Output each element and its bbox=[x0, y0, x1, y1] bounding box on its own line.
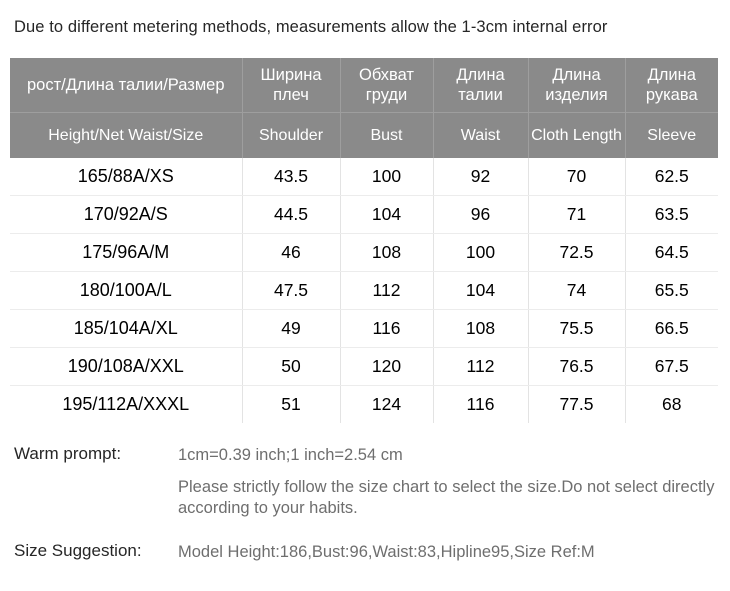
cell-size: 170/92A/S bbox=[10, 195, 243, 234]
cell-sleeve: 64.5 bbox=[625, 233, 718, 272]
cell-cloth-length: 74 bbox=[528, 271, 626, 310]
table-row: 195/112A/XXXL 51 124 116 77.5 68 bbox=[10, 385, 718, 423]
cell-size: 165/88A/XS bbox=[10, 158, 243, 196]
table-header: рост/Длина талии/Размер Ширина плеч Обхв… bbox=[10, 58, 718, 158]
header-ru-size: рост/Длина талии/Размер bbox=[10, 58, 243, 113]
header-en-bust: Bust bbox=[340, 112, 434, 158]
cell-waist: 96 bbox=[433, 195, 529, 234]
cell-shoulder: 50 bbox=[242, 347, 341, 386]
table-row: 165/88A/XS 43.5 100 92 70 62.5 bbox=[10, 158, 718, 196]
table-row: 170/92A/S 44.5 104 96 71 63.5 bbox=[10, 195, 718, 234]
cell-sleeve: 65.5 bbox=[625, 271, 718, 310]
cell-bust: 104 bbox=[340, 195, 434, 234]
cell-waist: 116 bbox=[433, 385, 529, 423]
header-row-russian: рост/Длина талии/Размер Ширина плеч Обхв… bbox=[10, 58, 718, 113]
size-chart-page: Due to different metering methods, measu… bbox=[0, 0, 730, 591]
size-suggestion-label: Size Suggestion: bbox=[14, 541, 142, 560]
size-advice-row: Please strictly follow the size chart to… bbox=[14, 477, 724, 519]
warm-prompt-value: 1cm=0.39 inch;1 inch=2.54 cm bbox=[178, 446, 403, 464]
size-advice-value: Please strictly follow the size chart to… bbox=[178, 478, 715, 517]
size-chart-table: рост/Длина талии/Размер Ширина плеч Обхв… bbox=[10, 58, 718, 423]
header-en-size: Height/Net Waist/Size bbox=[10, 112, 243, 158]
cell-waist: 92 bbox=[433, 158, 529, 196]
cell-sleeve: 63.5 bbox=[625, 195, 718, 234]
cell-bust: 112 bbox=[340, 271, 434, 310]
cell-bust: 100 bbox=[340, 158, 434, 196]
cell-shoulder: 47.5 bbox=[242, 271, 341, 310]
cell-bust: 120 bbox=[340, 347, 434, 386]
cell-waist: 108 bbox=[433, 309, 529, 348]
size-suggestion-value: Model Height:186,Bust:96,Waist:83,Hiplin… bbox=[178, 543, 595, 561]
cell-sleeve: 68 bbox=[625, 385, 718, 423]
cell-sleeve: 62.5 bbox=[625, 158, 718, 196]
header-ru-cloth-length: Длина изделия bbox=[528, 58, 626, 113]
header-en-sleeve: Sleeve bbox=[625, 112, 718, 158]
header-en-waist: Waist bbox=[433, 112, 529, 158]
cell-bust: 124 bbox=[340, 385, 434, 423]
cell-shoulder: 44.5 bbox=[242, 195, 341, 234]
warm-prompt-row: Warm prompt: 1cm=0.39 inch;1 inch=2.54 c… bbox=[14, 444, 724, 466]
cell-sleeve: 67.5 bbox=[625, 347, 718, 386]
table-body: 165/88A/XS 43.5 100 92 70 62.5 170/92A/S… bbox=[10, 158, 718, 423]
cell-shoulder: 43.5 bbox=[242, 158, 341, 196]
cell-cloth-length: 70 bbox=[528, 158, 626, 196]
header-ru-sleeve: Длина рукава bbox=[625, 58, 718, 113]
cell-cloth-length: 76.5 bbox=[528, 347, 626, 386]
cell-shoulder: 51 bbox=[242, 385, 341, 423]
header-en-shoulder: Shoulder bbox=[242, 112, 341, 158]
cell-waist: 112 bbox=[433, 347, 529, 386]
cell-cloth-length: 77.5 bbox=[528, 385, 626, 423]
header-ru-shoulder: Ширина плеч bbox=[242, 58, 341, 113]
cell-size: 190/108A/XXL bbox=[10, 347, 243, 386]
header-en-cloth-length: Cloth Length bbox=[528, 112, 626, 158]
cell-cloth-length: 72.5 bbox=[528, 233, 626, 272]
table-row: 175/96A/M 46 108 100 72.5 64.5 bbox=[10, 233, 718, 272]
measurement-notice: Due to different metering methods, measu… bbox=[14, 18, 608, 36]
cell-sleeve: 66.5 bbox=[625, 309, 718, 348]
table-row: 180/100A/L 47.5 112 104 74 65.5 bbox=[10, 271, 718, 310]
cell-size: 195/112A/XXXL bbox=[10, 385, 243, 423]
header-ru-waist: Длина талии bbox=[433, 58, 529, 113]
table-row: 190/108A/XXL 50 120 112 76.5 67.5 bbox=[10, 347, 718, 386]
cell-shoulder: 49 bbox=[242, 309, 341, 348]
footer-notes: Warm prompt: 1cm=0.39 inch;1 inch=2.54 c… bbox=[14, 444, 724, 563]
cell-cloth-length: 71 bbox=[528, 195, 626, 234]
header-row-english: Height/Net Waist/Size Shoulder Bust Wais… bbox=[10, 112, 718, 158]
cell-waist: 100 bbox=[433, 233, 529, 272]
cell-size: 180/100A/L bbox=[10, 271, 243, 310]
cell-cloth-length: 75.5 bbox=[528, 309, 626, 348]
table-row: 185/104A/XL 49 116 108 75.5 66.5 bbox=[10, 309, 718, 348]
cell-waist: 104 bbox=[433, 271, 529, 310]
size-suggestion-row: Size Suggestion: Model Height:186,Bust:9… bbox=[14, 541, 724, 563]
header-ru-bust: Обхват груди bbox=[340, 58, 434, 113]
cell-size: 175/96A/M bbox=[10, 233, 243, 272]
cell-size: 185/104A/XL bbox=[10, 309, 243, 348]
cell-bust: 116 bbox=[340, 309, 434, 348]
warm-prompt-label: Warm prompt: bbox=[14, 444, 122, 463]
cell-shoulder: 46 bbox=[242, 233, 341, 272]
cell-bust: 108 bbox=[340, 233, 434, 272]
